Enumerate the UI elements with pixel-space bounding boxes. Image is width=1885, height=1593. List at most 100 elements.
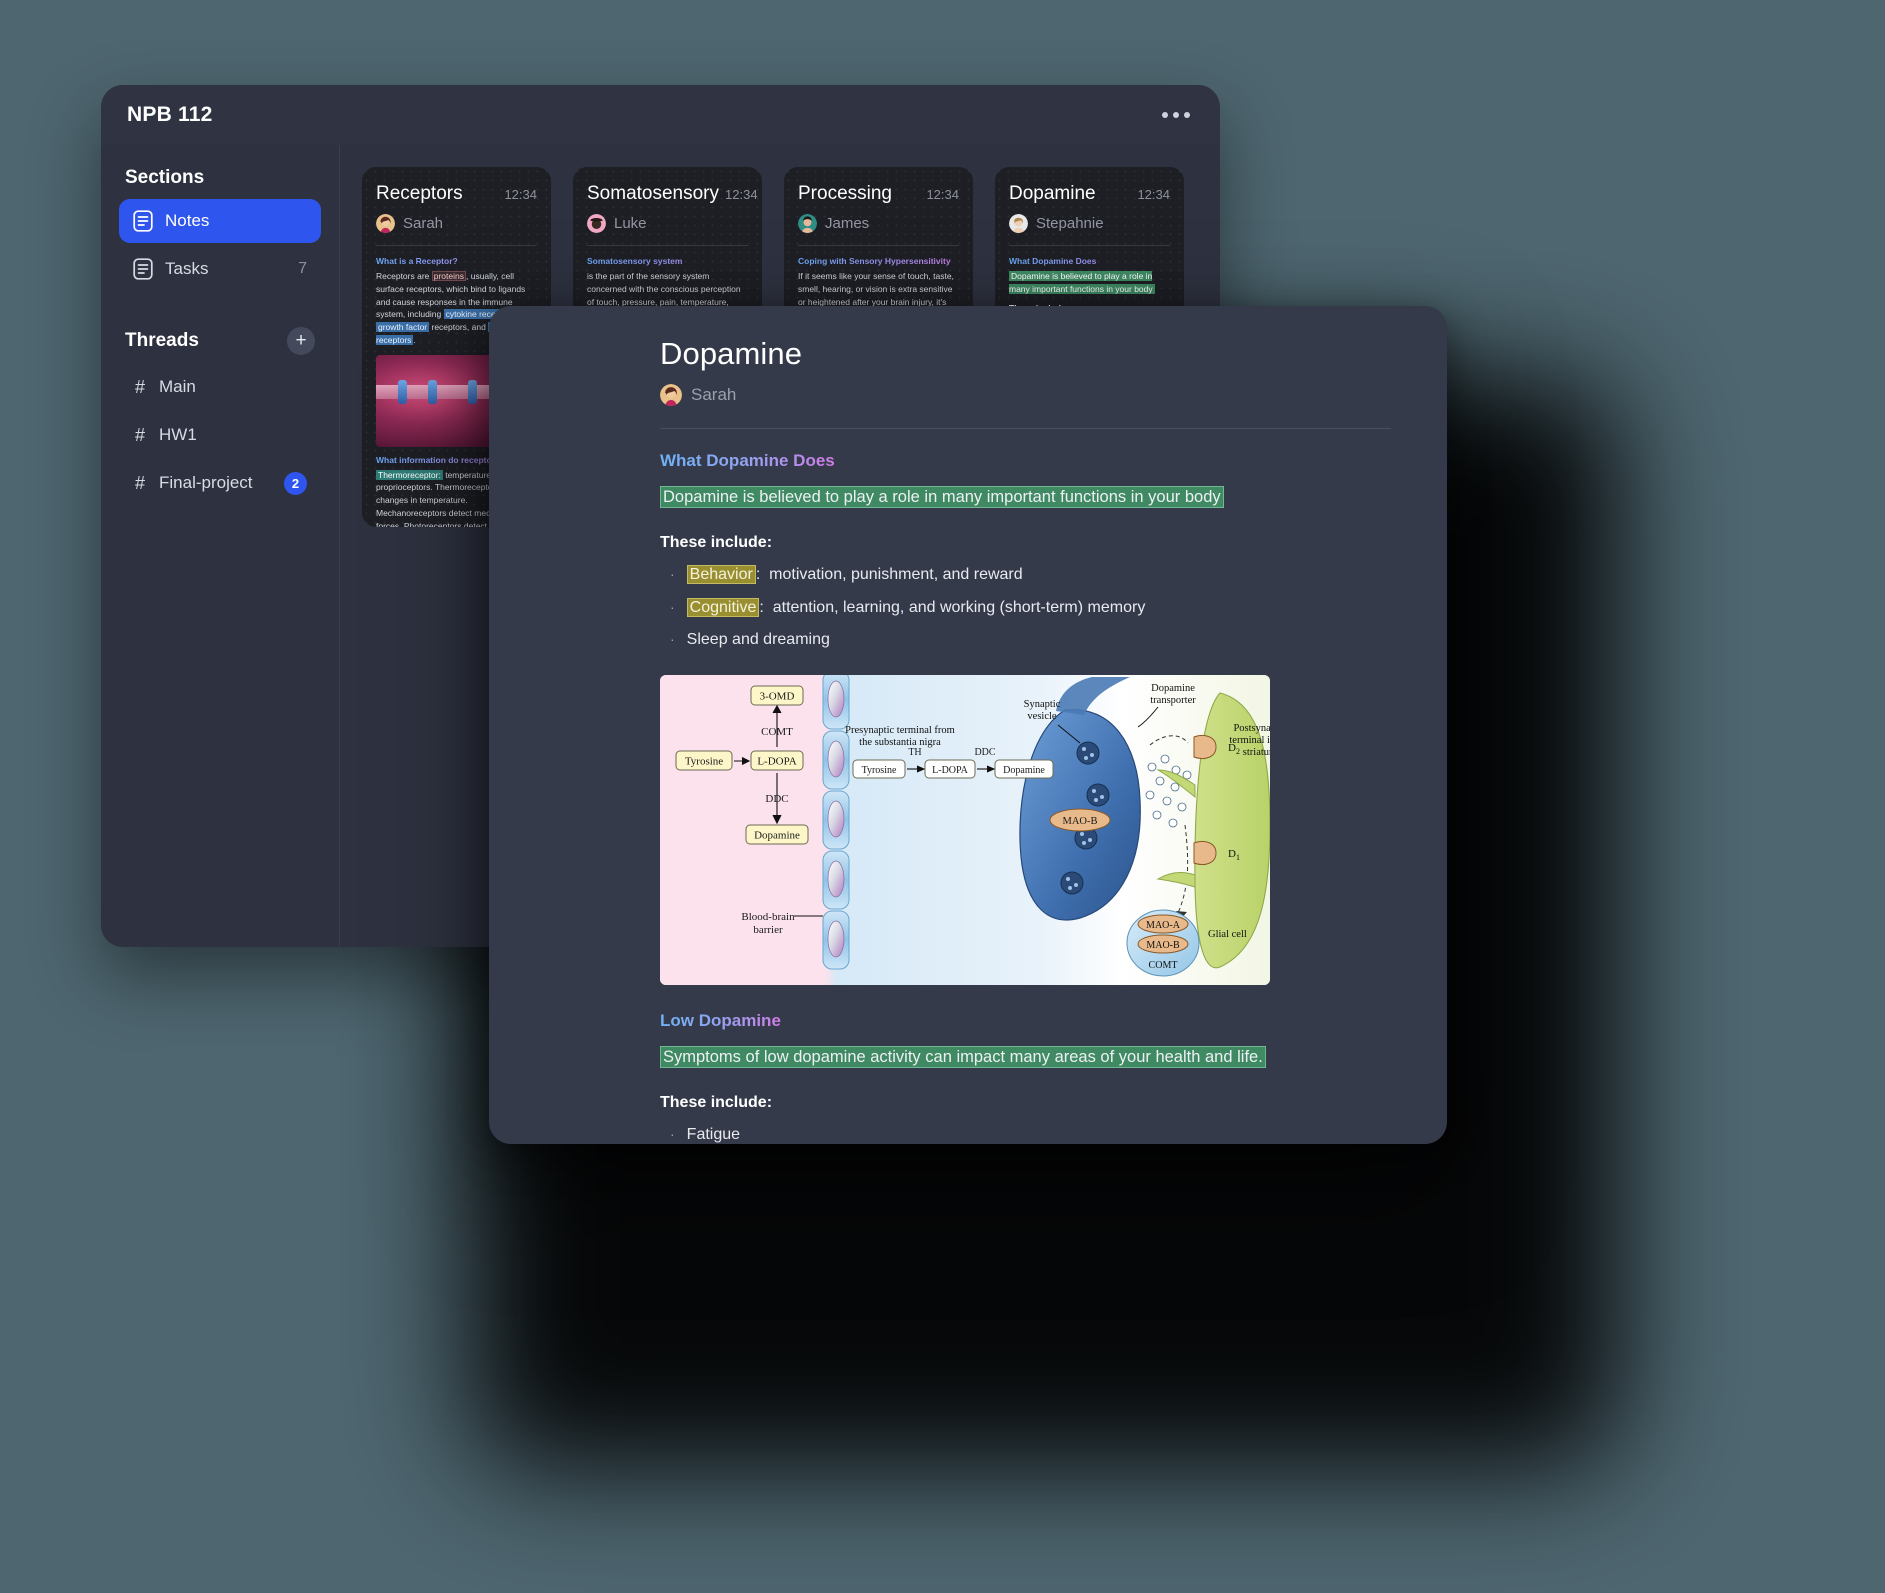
bullet-rest: Fatigue [686, 1125, 741, 1143]
page-title: NPB 112 [127, 103, 213, 126]
card-author: Sarah [376, 214, 537, 233]
these-include-label: These include: [660, 533, 773, 551]
label-glial-cell: Glial cell [1208, 929, 1247, 940]
divider [1009, 245, 1170, 246]
label-synaptic-1: Synaptic [1024, 699, 1061, 710]
label-comt-glial: COMT [1149, 960, 1178, 971]
card-author-name: Luke [614, 215, 647, 232]
card-author: James [798, 214, 959, 233]
sidebar-item-hw1[interactable]: # HW1 [119, 413, 321, 457]
hash-icon: # [134, 376, 145, 397]
card-title: Dopamine [1009, 183, 1096, 204]
sidebar-item-notes[interactable]: Notes [119, 199, 321, 243]
hash-icon: # [134, 472, 145, 493]
bullet-content: Cognitive: attention, learning, and work… [686, 595, 1145, 621]
label-3-omd: 3-OMD [760, 690, 795, 702]
highlight-term: Cognitive [686, 597, 760, 617]
label-transporter-2: transporter [1150, 695, 1196, 706]
sidebar-item-label: Notes [165, 211, 210, 230]
label-tyrosine-mid: Tyrosine [862, 765, 897, 776]
bullet-list-functions: · Behavior: motivation, punishment, and … [670, 562, 1391, 653]
card-author-name: James [825, 215, 870, 232]
label-post-2: terminal in the [1229, 735, 1270, 746]
body-text: Receptors are [376, 271, 432, 281]
these-include-label-2: These include: [660, 1093, 773, 1111]
list-item: · Sleep and dreaming [670, 627, 1391, 653]
highlight-term: Behavior [686, 564, 756, 584]
detail-body: What Dopamine Does Dopamine is believed … [660, 429, 1391, 1144]
section-heading-low-dopamine: Low Dopamine [660, 1010, 781, 1030]
sidebar-item-label: HW1 [159, 425, 197, 444]
body-text: receptors, and [429, 322, 489, 332]
label-maoa-glial: MAO-A [1146, 920, 1181, 931]
bullet-dot-icon: · [670, 598, 675, 615]
bullet-dot-icon: · [670, 631, 675, 648]
note-icon [133, 258, 153, 280]
plus-icon[interactable]: + [287, 327, 315, 355]
label-presynaptic-1: Presynaptic terminal from [845, 725, 955, 736]
note-detail-scroll[interactable]: Dopamine Sarah What Dopamine Does Dopami… [660, 336, 1391, 1144]
threads-header-label: Threads [125, 330, 199, 351]
card-author: Luke [587, 214, 748, 233]
card-heading: Somatosensory system [587, 256, 748, 266]
card-title: Receptors [376, 183, 463, 204]
list-item: · Fatigue [670, 1122, 1391, 1144]
bullet-sep: : [755, 565, 761, 583]
divider [587, 245, 748, 246]
card-title: Somatosensory [587, 183, 720, 204]
more-horizontal-icon[interactable] [1158, 104, 1194, 126]
sidebar: Sections Notes Tasks 7 Threads + # Main … [101, 145, 340, 947]
note-detail-panel: Dopamine Sarah What Dopamine Does Dopami… [489, 306, 1447, 1144]
list-item: · Cognitive: attention, learning, and wo… [670, 595, 1391, 621]
note-icon [133, 210, 153, 232]
label-post-3: striatum [1243, 747, 1270, 758]
card-time: 12:34 [504, 187, 537, 202]
section-lead-wrap: Dopamine is believed to play a role in m… [660, 486, 1391, 510]
divider [376, 245, 537, 246]
highlight-lead: Dopamine is believed to play a role in m… [660, 486, 1224, 508]
label-transporter-1: Dopamine [1151, 683, 1195, 694]
detail-title: Dopamine [660, 336, 803, 371]
label-presynaptic-2: the substantia nigra [859, 737, 941, 748]
highlight: proteins [431, 271, 466, 281]
card-header: Processing 12:34 [798, 183, 959, 205]
label-bbb-2: barrier [753, 924, 783, 936]
bullet-list-symptoms: · Fatigue · Lack of energy [670, 1122, 1391, 1144]
sidebar-item-label: Main [159, 377, 196, 396]
card-heading: What Dopamine Does [1009, 256, 1170, 266]
avatar [587, 214, 606, 233]
section-lead-wrap-2: Symptoms of low dopamine activity can im… [660, 1045, 1391, 1070]
bullet-rest: Sleep and dreaming [686, 631, 830, 649]
avatar [798, 214, 817, 233]
highlight: growth factor [376, 322, 430, 332]
list-item: · Behavior: motivation, punishment, and … [670, 562, 1391, 588]
sidebar-item-tasks[interactable]: Tasks 7 [119, 247, 321, 291]
label-th: TH [908, 747, 921, 758]
label-maob-glial: MAO-B [1146, 940, 1180, 951]
svg-text:1: 1 [1236, 853, 1240, 862]
card-heading: What is a Receptor? [376, 256, 537, 266]
avatar [660, 384, 682, 406]
sidebar-item-final-project[interactable]: # Final-project 2 [119, 461, 321, 505]
card-header: Receptors 12:34 [376, 183, 537, 205]
highlight: Dopamine is believed to play a role in m… [1009, 271, 1155, 294]
title-bar: NPB 112 [101, 85, 1220, 145]
card-author: Stepahnie [1009, 214, 1170, 233]
divider [798, 245, 959, 246]
hash-icon: # [134, 424, 145, 445]
card-header: Dopamine 12:34 [1009, 183, 1170, 205]
label-post-1: Postsynaptic [1233, 723, 1270, 734]
card-author-name: Stepahnie [1036, 215, 1104, 232]
detail-author: Sarah [660, 384, 1391, 406]
bullet-dot-icon: · [670, 1125, 675, 1142]
label-ddc-mid: DDC [974, 747, 995, 758]
threads-header: Threads + [119, 319, 321, 365]
highlight: Thermoreceptor: [376, 469, 443, 480]
sections-header: Sections [125, 167, 205, 188]
sidebar-item-count: 7 [298, 260, 307, 277]
label-d1: D [1228, 848, 1236, 860]
section-heading-what-dopamine-does: What Dopamine Does [660, 451, 835, 470]
bullet-sep: : [759, 598, 764, 616]
sidebar-item-main[interactable]: # Main [119, 365, 321, 409]
card-time: 12:34 [725, 187, 758, 202]
